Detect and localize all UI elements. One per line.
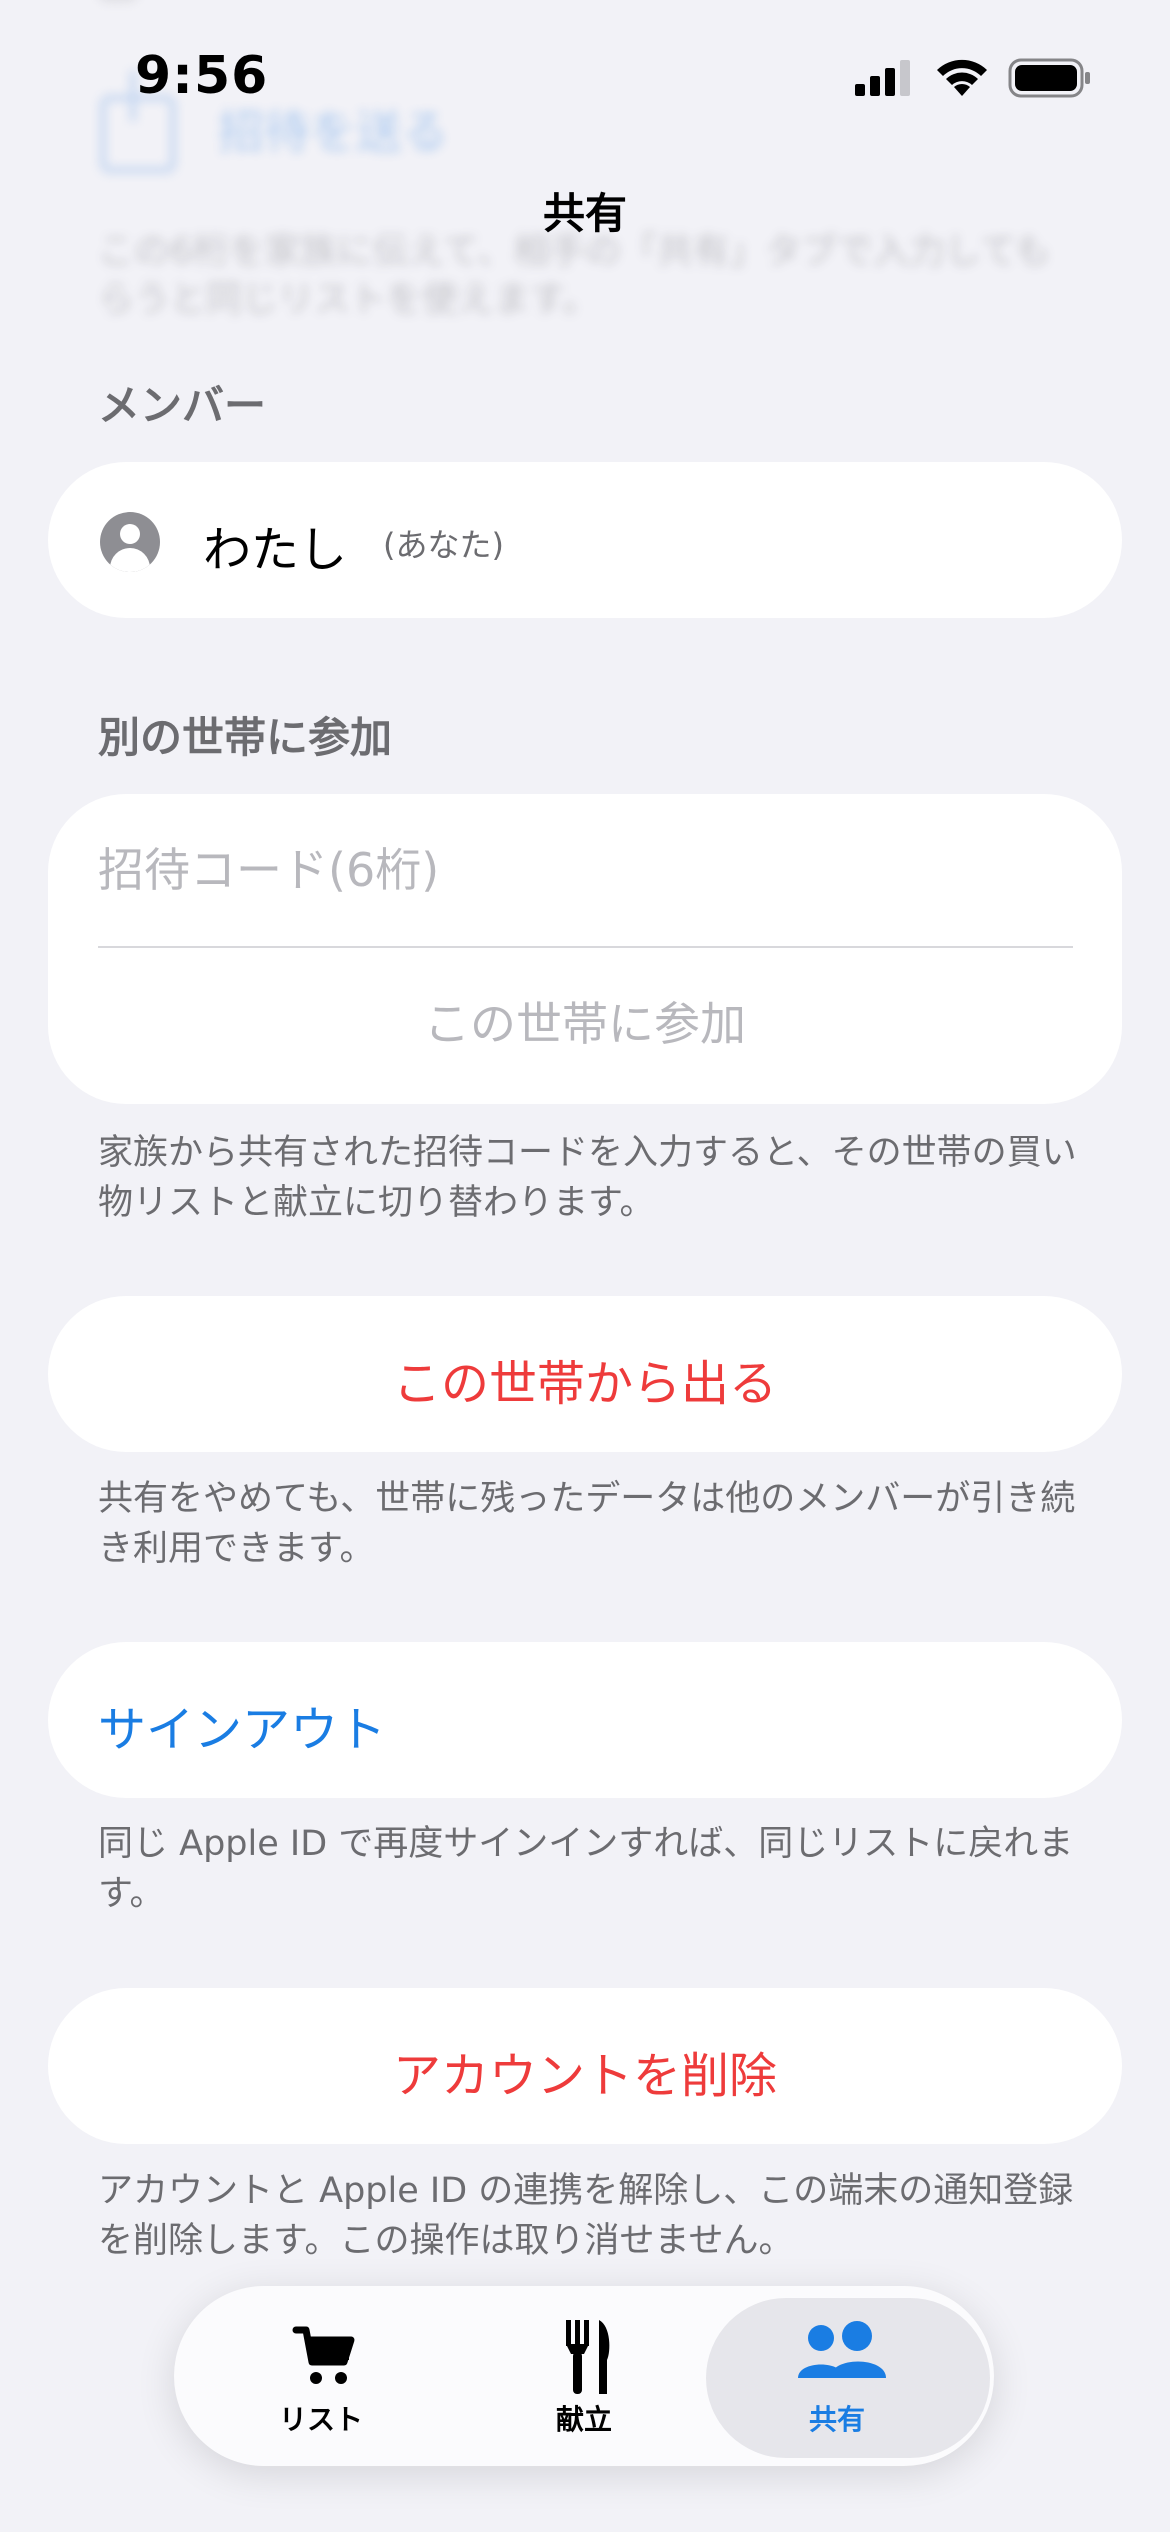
tab-share-label: 共有 bbox=[808, 2403, 865, 2436]
divider bbox=[98, 946, 1073, 948]
tab-share[interactable]: 共有 bbox=[702, 2286, 990, 2466]
members-section-header: メンバー bbox=[98, 381, 267, 430]
page-title: 共有 bbox=[542, 189, 627, 238]
join-section-header: 別の世帯に参加 bbox=[98, 713, 393, 762]
cellular-signal-icon bbox=[855, 60, 910, 96]
status-bar: 9:56 bbox=[0, 0, 1170, 150]
people-icon bbox=[798, 2321, 886, 2378]
wifi-icon bbox=[937, 59, 987, 96]
tab-list-label: リスト bbox=[278, 2403, 363, 2436]
tab-menu[interactable]: 献立 bbox=[449, 2286, 719, 2466]
tab-bar: リスト 献立 共有 bbox=[174, 2286, 994, 2466]
sign-out-label: サインアウト bbox=[98, 1702, 387, 1758]
member-self-tag: (あなた) bbox=[383, 526, 504, 564]
member-row: わたし (あなた) bbox=[48, 462, 1122, 618]
invite-description: この6桁を家族に伝えて、相手の「共有」タブで入力してもらうと同じリストを使えます… bbox=[98, 231, 1051, 320]
join-card: この世帯に参加 bbox=[48, 794, 1122, 1104]
sign-out-button[interactable]: サインアウト bbox=[48, 1642, 1122, 1798]
person-circle-icon bbox=[100, 512, 160, 572]
leave-footer-note: 共有をやめても、世帯に残ったデータは他のメンバーが引き続き利用できます。 bbox=[98, 1479, 1076, 1569]
join-footer-note: 家族から共有された招待コードを入力すると、その世帯の買い物リストと献立に切り替わ… bbox=[98, 1133, 1077, 1223]
delete-account-button[interactable]: アカウントを削除 bbox=[48, 1988, 1122, 2144]
delete-account-footer-note: アカウントと Apple ID の連携を解除し、この端末の通知登録を削除します。… bbox=[98, 2171, 1074, 2261]
cart-icon bbox=[292, 2326, 355, 2384]
join-household-button[interactable]: この世帯に参加 bbox=[48, 988, 1122, 1054]
leave-household-label: この世帯から出る bbox=[392, 1356, 777, 1412]
tab-list[interactable]: リスト bbox=[186, 2286, 456, 2466]
tab-menu-label: 献立 bbox=[555, 2403, 612, 2436]
leave-household-button[interactable]: この世帯から出る bbox=[48, 1296, 1122, 1452]
battery-full-icon bbox=[1008, 58, 1090, 98]
sign-out-footer-note: 同じ Apple ID で再度サインインすれば、同じリストに戻れます。 bbox=[98, 1824, 1074, 1914]
delete-account-label: アカウントを削除 bbox=[392, 2048, 777, 2104]
invite-code-input[interactable] bbox=[98, 830, 1073, 910]
status-time: 9:56 bbox=[135, 46, 269, 106]
fork-knife-icon bbox=[566, 2320, 610, 2394]
member-name: わたし bbox=[203, 522, 348, 578]
